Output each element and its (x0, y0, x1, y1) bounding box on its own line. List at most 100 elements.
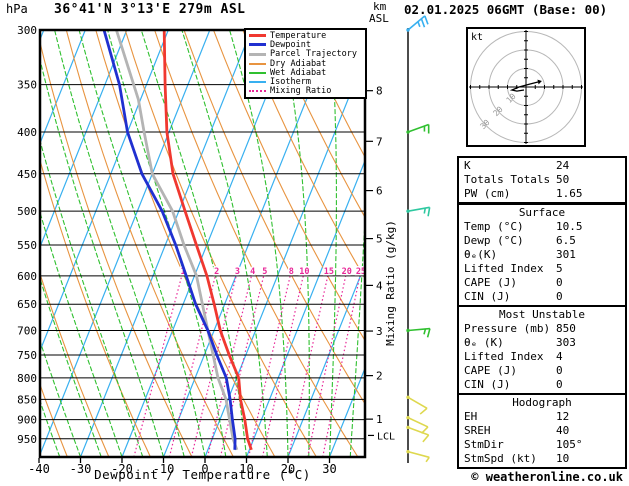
table-row: Lifted Index 4 (459, 350, 625, 364)
legend-item: Temperature (249, 31, 365, 41)
table-row-value: 303 (556, 336, 576, 349)
sounding-page: 1 2 3 4 5 8 10 15 20 25 300 350 400 450 500 550 600 650 70… (0, 0, 629, 486)
table-row-label: CAPE (J) (464, 276, 517, 289)
km-tick-label: 6 (376, 185, 383, 198)
km-tick-label: 4 (376, 279, 383, 292)
table-row: EH 12 (459, 410, 625, 424)
table-row-label: CAPE (J) (464, 364, 517, 377)
wet-adiabat-line (40, 276, 102, 457)
pressure-tick-label: 950 (17, 433, 37, 446)
table-section-header: Hodograph (512, 396, 572, 409)
table-row-value: 40 (556, 424, 570, 437)
hodograph: 102030kt (466, 27, 586, 147)
pressure-tick-label: 750 (17, 349, 37, 362)
wet-adiabat-line (40, 57, 165, 457)
pressure-tick-label: 900 (17, 414, 37, 427)
table-row: PW (cm) 1.65 (459, 187, 625, 201)
km-tick-label: 3 (376, 325, 383, 338)
table-row: CAPE (J) 0 (459, 276, 625, 290)
table-row: StmDir 105° (459, 438, 625, 452)
page-title: 36°41'N 3°13'E 279m ASL (54, 2, 246, 17)
table-row: θₑ(K) 301 (459, 248, 625, 262)
table-row-value: 0 (556, 276, 563, 289)
mixing-ratio-axis-label: Mixing Ratio (g/kg) (384, 220, 397, 346)
isotherm-line (0, 30, 2, 457)
mixing-ratio-label: 3 (235, 267, 240, 277)
copyright: © weatheronline.co.uk (471, 470, 623, 484)
table-row-value: 301 (556, 248, 576, 261)
table-row-label: EH (464, 410, 478, 423)
wind-barb (406, 123, 430, 134)
pressure-tick-label: 300 (17, 24, 37, 37)
km-tick-label: 1 (376, 413, 383, 426)
table-row-value: 10.5 (556, 220, 583, 233)
km-tick-label: 5 (376, 233, 383, 246)
height-axis-unit: km ASL (369, 1, 389, 25)
table-row: Dewp (°C) 6.5 (459, 234, 625, 248)
table-row-label: StmSpd (kt) (464, 452, 537, 465)
hodograph-unit-label: kt (471, 32, 483, 43)
table-row: SREH 40 (459, 424, 625, 438)
pressure-tick-label: 400 (17, 126, 37, 139)
table-row-label: Lifted Index (464, 262, 544, 275)
legend-swatch (249, 62, 266, 65)
height-axis-unit-asl: ASL (369, 12, 389, 25)
table-row-value: 4 (556, 350, 563, 363)
legend-item: Mixing Ratio (249, 86, 365, 96)
pressure-tick-label: 500 (17, 205, 37, 218)
table-row-value: 6.5 (556, 234, 576, 247)
table-row-value: 12 (556, 410, 570, 423)
pressure-tick-label: 700 (17, 325, 37, 338)
table-row-value: 10 (556, 452, 570, 465)
table-section: Surface Temp (°C) 10.5 Dewp (°C) 6.5 θₑ(K) 301… (457, 203, 627, 307)
km-tick-label: 2 (376, 370, 383, 383)
table-row: CIN (J) 0 (459, 378, 625, 392)
legend-item: Dry Adiabat (249, 59, 365, 69)
table-row-label: CIN (J) (464, 290, 511, 303)
pressure-tick-label: 450 (17, 168, 37, 181)
wind-barb (406, 206, 431, 217)
table-section: Hodograph EH 12 SREH 40 StmDir 105° StmSpd (kt)… (457, 393, 627, 469)
legend-swatch (249, 71, 266, 74)
table-row-label: K (464, 159, 471, 172)
pressure-tick-label: 650 (17, 298, 37, 311)
legend-item: Wet Adiabat (249, 68, 365, 78)
table-row-label: Temp (°C) (464, 220, 524, 233)
x-axis-title: Dewpoint / Temperature (°C) (94, 467, 311, 482)
pressure-tick-label: 550 (17, 239, 37, 252)
wind-barb (406, 395, 428, 415)
legend-swatch (249, 43, 266, 47)
wet-adiabat-line (0, 30, 18, 457)
table-row: Temp (°C) 10.5 (459, 220, 625, 234)
table-row-label: Dewp (°C) (464, 234, 524, 247)
km-tick-label: 8 (376, 85, 383, 98)
table-row: Totals Totals 50 (459, 173, 625, 187)
table-row: CAPE (J) 0 (459, 364, 625, 378)
table-section: K 24 Totals Totals 50 PW (cm) 1.65 (457, 156, 627, 204)
table-row: K 24 (459, 159, 625, 173)
table-section-header: Most Unstable (498, 308, 586, 321)
table-row: CIN (J) 0 (459, 290, 625, 304)
pressure-tick-label: 800 (17, 372, 37, 385)
pressure-tick-label: 350 (17, 79, 37, 92)
mixing-ratio-label: 20 (342, 267, 352, 277)
mixing-ratio-label: 4 (250, 267, 255, 277)
table-row-value: 850 (556, 322, 576, 335)
lcl-label: LCL (377, 431, 395, 442)
run-date: 02.01.2025 06GMT (Base: 00) (404, 2, 608, 17)
wind-barb (406, 327, 431, 338)
table-row: StmSpd (kt) 10 (459, 452, 625, 466)
table-row-label: PW (cm) (464, 187, 511, 200)
wind-barb (406, 449, 430, 463)
pressure-tick-label: 850 (17, 393, 37, 406)
dewpoint-curve (102, 30, 237, 450)
legend-swatch (249, 52, 266, 56)
table-row-label: Totals Totals (464, 173, 551, 186)
table-row-label: Lifted Index (464, 350, 544, 363)
table-section: Most Unstable Pressure (mb) 850 θₑ (K) 303 Li… (457, 305, 627, 395)
table-row-value: 1.65 (556, 187, 583, 200)
table-row-value: 24 (556, 159, 570, 172)
table-row-label: θₑ (K) (464, 336, 504, 349)
table-row-label: StmDir (464, 438, 504, 451)
wind-barb (406, 15, 429, 32)
